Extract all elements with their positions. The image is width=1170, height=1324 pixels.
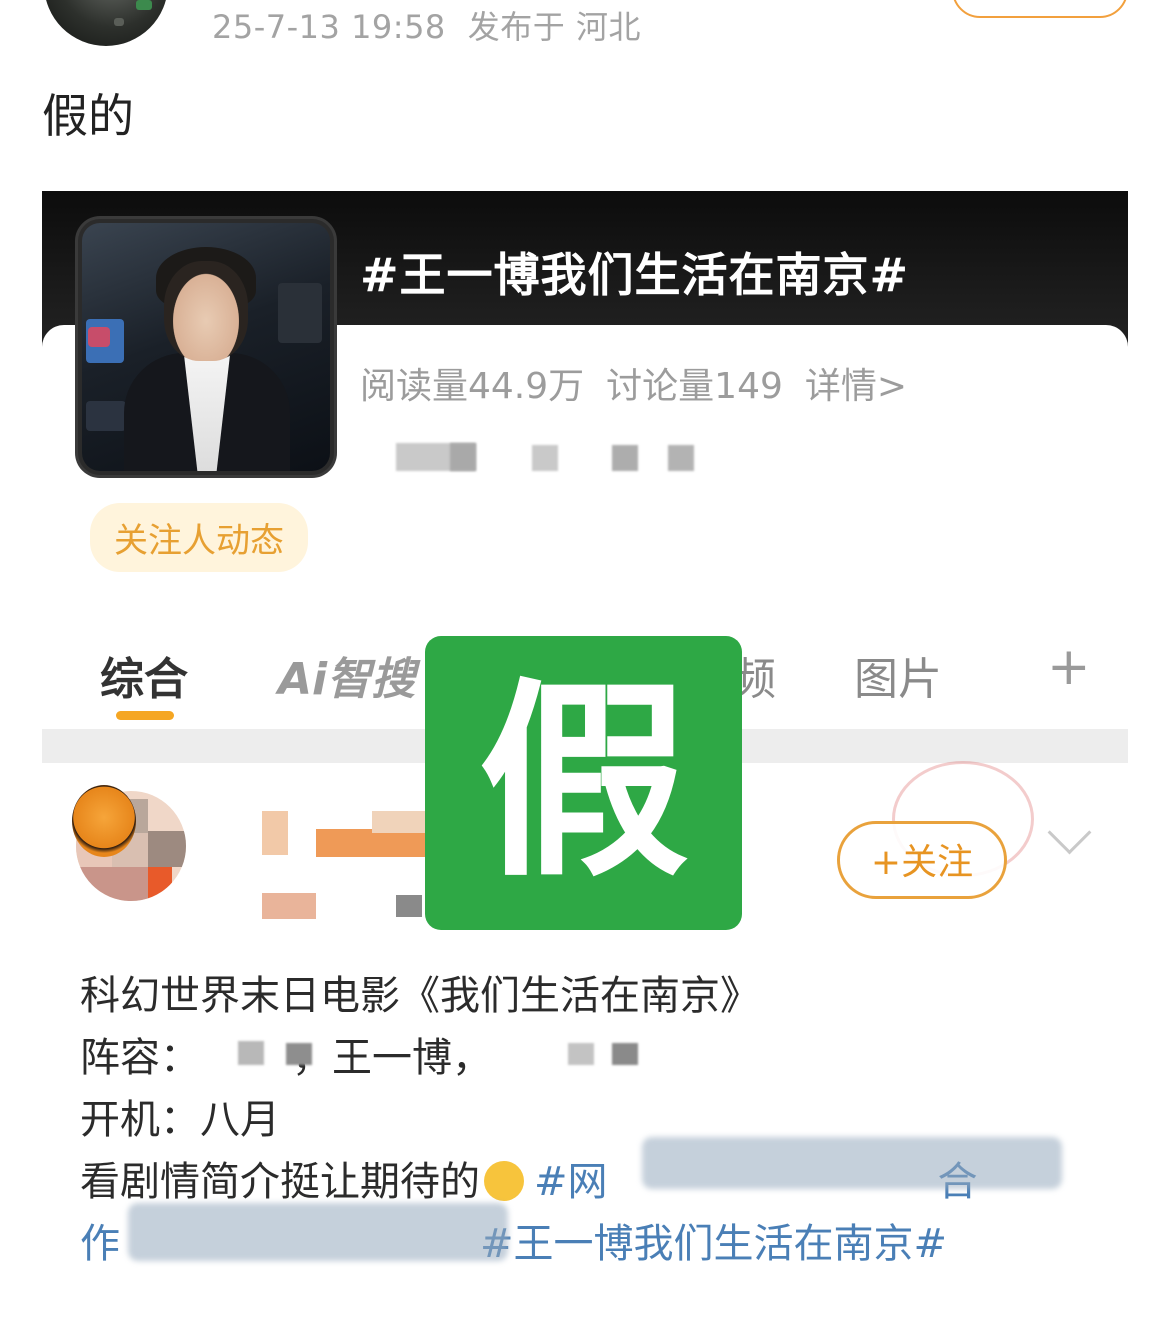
hashtag-link[interactable]: #网 [534,1159,608,1205]
topic-stats: 阅读量44.9万 讨论量149 详情> [360,357,929,409]
hashtag-fragment[interactable]: 作 [80,1221,120,1267]
active-tab-indicator [116,711,174,720]
redacted-name [396,895,422,917]
topic-thumbnail [78,219,334,475]
tab-images[interactable]: 图片 [854,643,942,707]
chevron-down-icon[interactable] [1047,810,1092,855]
post-timestamp: 25-7-13 19:58 [212,8,446,46]
tiger-badge-icon [72,785,136,857]
redaction-scribble [642,1137,1062,1189]
redacted-text [612,445,638,471]
avatar-detail [114,18,124,26]
post-text: 假的 [42,89,134,143]
cast-names: ，王一博， [292,1035,492,1081]
hashtag-link[interactable]: #王一博我们生活在南京# [480,1221,947,1267]
read-count: 阅读量44.9万 [360,366,585,407]
fake-stamp-overlay: 假 [425,636,742,930]
redacted-text [612,1043,638,1065]
redacted-name [372,811,426,833]
follow-dynamic-badge[interactable]: 关注人动态 [90,503,308,572]
redacted-text [532,445,558,471]
post-meta: 25-7-13 19:58 发布于 河北 [212,2,641,48]
redaction-scribble [128,1203,508,1261]
feed-text-line: 开机：八月 [80,1097,280,1143]
cast-label: 阵容： [80,1035,200,1081]
redacted-name [262,811,288,855]
attached-screenshot[interactable]: #王一博我们生活在南京# 阅读量44.9万 讨论量149 详情> 关注人动态 综合 … [42,191,1128,1292]
avatar-detail [136,0,152,10]
redacted-name [316,829,426,857]
post-location: 发布于 河北 [467,8,641,46]
follow-button[interactable] [952,0,1128,18]
redacted-text [450,443,476,471]
redacted-text [238,1041,264,1065]
redacted-name [262,893,316,919]
discussion-count: 讨论量149 [606,366,783,407]
feed-follow-button[interactable]: +关注 [837,821,1007,899]
redacted-text [668,445,694,471]
redacted-text [568,1043,594,1065]
tab-comprehensive[interactable]: 综合 [100,643,188,707]
author-avatar[interactable] [44,0,168,46]
tab-ai-search[interactable]: Ai智搜 [278,643,415,707]
feed-text-line: 科幻世界末日电影《我们生活在南京》 [80,973,760,1019]
redacted-text [286,1043,312,1065]
plus-icon[interactable]: + [1047,637,1091,697]
feed-text-fragment: 看剧情简介挺让期待的 [80,1159,480,1205]
shy-face-emoji-icon [484,1161,524,1201]
topic-title: #王一博我们生活在南京# [360,248,910,302]
details-link[interactable]: 详情> [805,366,907,407]
